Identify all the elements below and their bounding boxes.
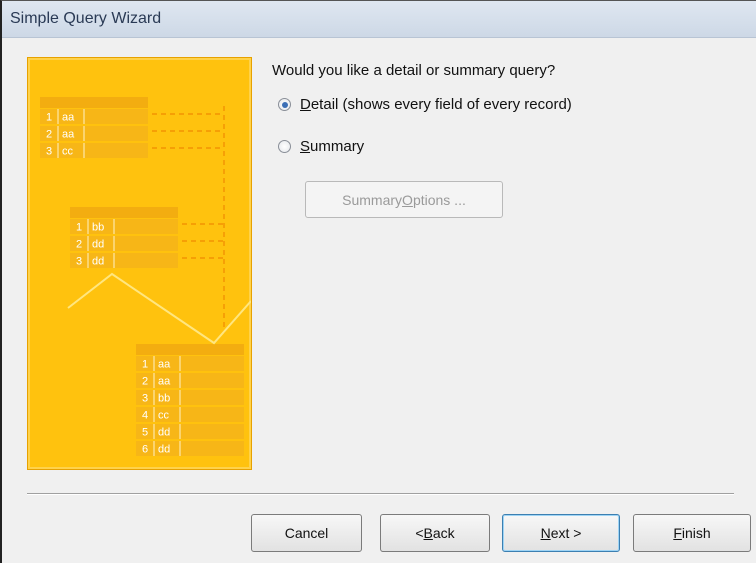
query-illustration: 1 aa 2 aa 3 cc 1 bb 2 dd 3 dd 1 aa 2 aa 3 bb 4 cc 5 dd 6 dd (27, 57, 252, 470)
result-table-val: cc (158, 410, 170, 422)
table1-row (40, 143, 148, 158)
table2-header (70, 207, 178, 218)
result-table-val: dd (158, 444, 170, 456)
result-table-row (136, 424, 244, 439)
table1-row (40, 126, 148, 141)
result-table-val: aa (158, 376, 171, 388)
table1-header (40, 97, 148, 108)
table2-num: 3 (76, 256, 82, 268)
result-table-num: 4 (142, 410, 148, 422)
detail-label[interactable]: Detail (shows every field of every recor… (300, 96, 572, 113)
table2-row (70, 253, 178, 268)
result-table-num: 6 (142, 444, 148, 456)
table2-num: 1 (76, 222, 82, 234)
question-heading: Would you like a detail or summary query… (272, 62, 556, 79)
table2-val: dd (92, 256, 104, 268)
result-table-num: 2 (142, 376, 148, 388)
result-table-num: 1 (142, 359, 148, 371)
summary-radio[interactable] (278, 140, 291, 153)
result-table-row (136, 373, 244, 388)
table1-val: aa (62, 129, 75, 141)
detail-radio[interactable] (278, 98, 291, 111)
result-table-val: dd (158, 427, 170, 439)
table1-val: cc (62, 146, 74, 158)
footer-divider (27, 493, 734, 495)
table2-row (70, 219, 178, 234)
result-table-row (136, 407, 244, 422)
table2-num: 2 (76, 239, 82, 251)
wizard-window: Simple Query Wizard 1 aa 2 aa 3 cc 1 bb 2 dd 3 dd 1 a… (0, 0, 756, 563)
finish-button[interactable]: Finish (633, 514, 751, 552)
result-table-row (136, 356, 244, 371)
table2-row (70, 236, 178, 251)
summary-label[interactable]: Summary (300, 138, 364, 155)
table1-val: aa (62, 112, 75, 124)
title-bar[interactable]: Simple Query Wizard (2, 1, 756, 38)
cancel-button[interactable]: Cancel (251, 514, 362, 552)
result-table-val: aa (158, 359, 171, 371)
result-table-num: 5 (142, 427, 148, 439)
back-button[interactable]: < Back (380, 514, 490, 552)
summary-options-button[interactable]: Summary Options ... (305, 181, 503, 218)
table2-val: bb (92, 222, 104, 234)
result-table-num: 3 (142, 393, 148, 405)
next-button[interactable]: Next > (502, 514, 620, 552)
result-table-val: bb (158, 393, 170, 405)
table1-num: 2 (46, 129, 52, 141)
table1-row (40, 109, 148, 124)
illustration-graphic: 1 aa 2 aa 3 cc 1 bb 2 dd 3 dd 1 aa 2 aa 3 bb 4 cc 5 dd 6 dd (40, 97, 251, 456)
window-title: Simple Query Wizard (10, 10, 162, 27)
result-table-header (136, 344, 244, 355)
table1-num: 1 (46, 112, 52, 124)
detail-option[interactable]: Detail (shows every field of every recor… (278, 96, 572, 113)
result-table-row (136, 441, 244, 456)
summary-option[interactable]: Summary (278, 138, 364, 155)
result-table-row (136, 390, 244, 405)
table2-val: dd (92, 239, 104, 251)
table1-num: 3 (46, 146, 52, 158)
wizard-body: 1 aa 2 aa 3 cc 1 bb 2 dd 3 dd 1 aa 2 aa 3 bb 4 cc 5 dd 6 dd Wou… (2, 38, 756, 563)
